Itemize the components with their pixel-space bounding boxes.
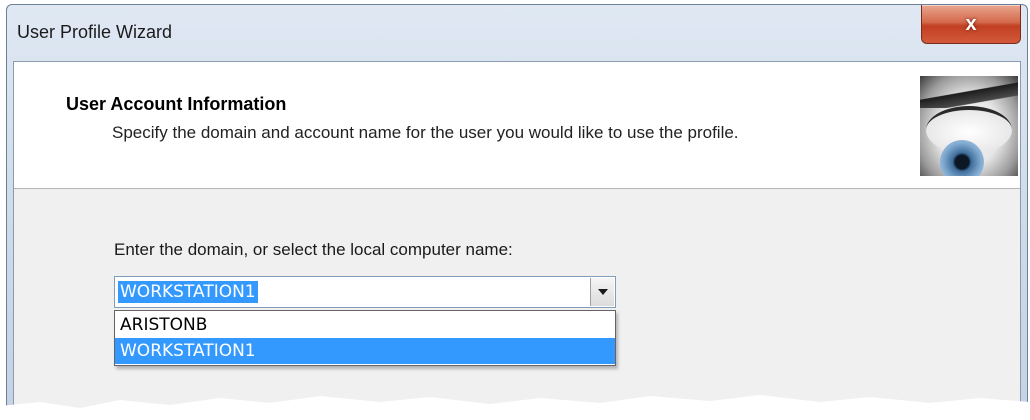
domain-dropdown-list: ARISTONB WORKSTATION1 <box>114 310 616 366</box>
dropdown-option-workstation1[interactable]: WORKSTATION1 <box>115 338 615 364</box>
eye-icon <box>920 76 1018 176</box>
close-icon: x <box>965 12 977 35</box>
wizard-window: User Profile Wizard x User Account Infor… <box>6 4 1028 420</box>
dropdown-option-aristonb[interactable]: ARISTONB <box>115 312 615 338</box>
close-button[interactable]: x <box>921 5 1021 44</box>
torn-paper-edge <box>0 395 1030 420</box>
dropdown-arrow-button[interactable] <box>590 278 614 306</box>
page-title: User Account Information <box>66 94 287 114</box>
wizard-header: User Account Information Specify the dom… <box>14 62 1020 189</box>
domain-combobox[interactable]: WORKSTATION1 <box>114 276 616 308</box>
chevron-down-icon <box>597 289 608 295</box>
window-title: User Profile Wizard <box>17 22 173 42</box>
wizard-client-area: User Account Information Specify the dom… <box>13 61 1021 420</box>
domain-prompt-label: Enter the domain, or select the local co… <box>114 240 513 259</box>
page-description: Specify the domain and account name for … <box>112 123 739 142</box>
title-bar[interactable]: User Profile Wizard x <box>7 5 1027 61</box>
domain-combobox-value[interactable]: WORKSTATION1 <box>118 281 258 303</box>
